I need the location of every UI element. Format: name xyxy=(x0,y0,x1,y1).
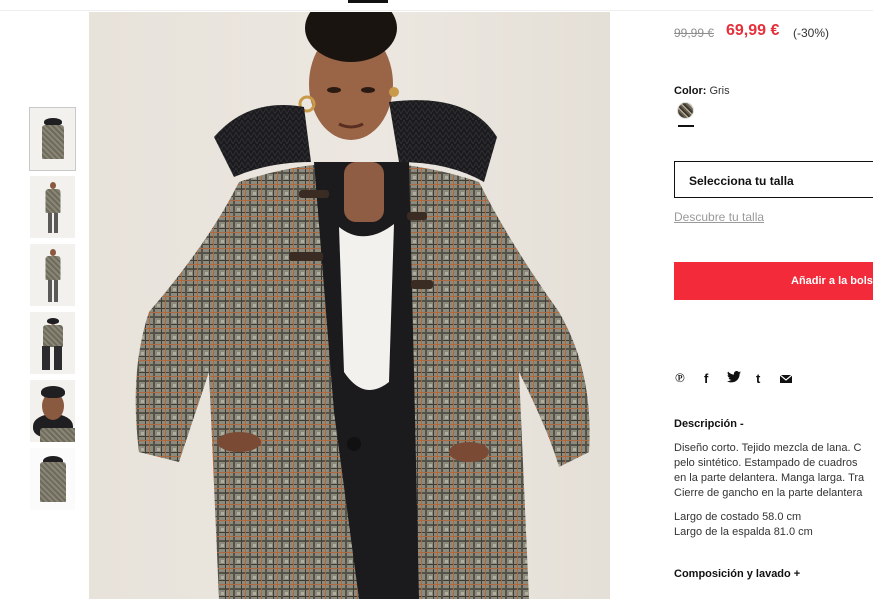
thumbnail-6[interactable] xyxy=(30,448,75,510)
sale-price: 69,99 € xyxy=(726,22,780,39)
main-product-image[interactable] xyxy=(89,12,610,599)
add-to-bag-label: Añadir a la bolsa xyxy=(791,275,873,287)
discount-badge: (-30%) xyxy=(793,26,830,40)
email-icon[interactable] xyxy=(779,372,793,388)
facebook-icon[interactable]: f xyxy=(704,371,708,387)
description-heading[interactable]: Descripción - xyxy=(674,418,744,430)
pinterest-icon[interactable]: ℗ xyxy=(675,371,685,387)
twitter-bird-glyph xyxy=(727,371,741,383)
measurements: Largo de costado 58.0 cm Largo de la esp… xyxy=(674,510,813,540)
selected-swatch-indicator xyxy=(678,125,694,127)
description-line: Diseño corto. Tejido mezcla de lana. C xyxy=(674,442,862,454)
thumbnail-2[interactable] xyxy=(30,176,75,238)
tumblr-icon[interactable]: t xyxy=(756,371,760,387)
description-line: en la parte delantera. Manga larga. Tra xyxy=(674,472,865,484)
description-line: Cierre de gancho en la parte delantera xyxy=(674,487,863,499)
color-swatch-gris[interactable] xyxy=(678,103,693,118)
original-price: 99,99 € xyxy=(674,26,715,40)
description-line: pelo sintético. Estampado de cuadros xyxy=(674,457,858,469)
thumbnail-5[interactable] xyxy=(30,380,75,442)
size-selector-label: Selecciona tu talla xyxy=(689,174,794,188)
composition-heading[interactable]: Composición y lavado + xyxy=(674,568,800,580)
twitter-icon[interactable] xyxy=(727,371,741,387)
product-photo-illustration xyxy=(135,12,590,599)
description-text: Diseño corto. Tejido mezcla de lana. C p… xyxy=(674,441,873,501)
product-info-panel: 99,99 € 69,99 € (-30%) Color: Gris Selec… xyxy=(674,0,873,599)
measure-line: Largo de la espalda 81.0 cm xyxy=(674,526,813,538)
color-row: Color: Gris xyxy=(674,85,730,97)
thumbnail-3[interactable] xyxy=(30,244,75,306)
envelope-glyph xyxy=(779,374,793,383)
thumbnail-1[interactable] xyxy=(29,107,76,171)
measure-line: Largo de costado 58.0 cm xyxy=(674,511,802,523)
thumbnail-4[interactable] xyxy=(30,312,75,374)
size-selector[interactable]: Selecciona tu talla xyxy=(674,161,873,198)
active-nav-indicator xyxy=(348,0,388,3)
size-guide-link[interactable]: Descubre tu talla xyxy=(674,210,764,224)
add-to-bag-button[interactable]: Añadir a la bolsa xyxy=(674,262,873,300)
color-value: Gris xyxy=(709,85,730,97)
color-label: Color: xyxy=(674,85,707,97)
thumbnail-gallery xyxy=(29,107,76,516)
